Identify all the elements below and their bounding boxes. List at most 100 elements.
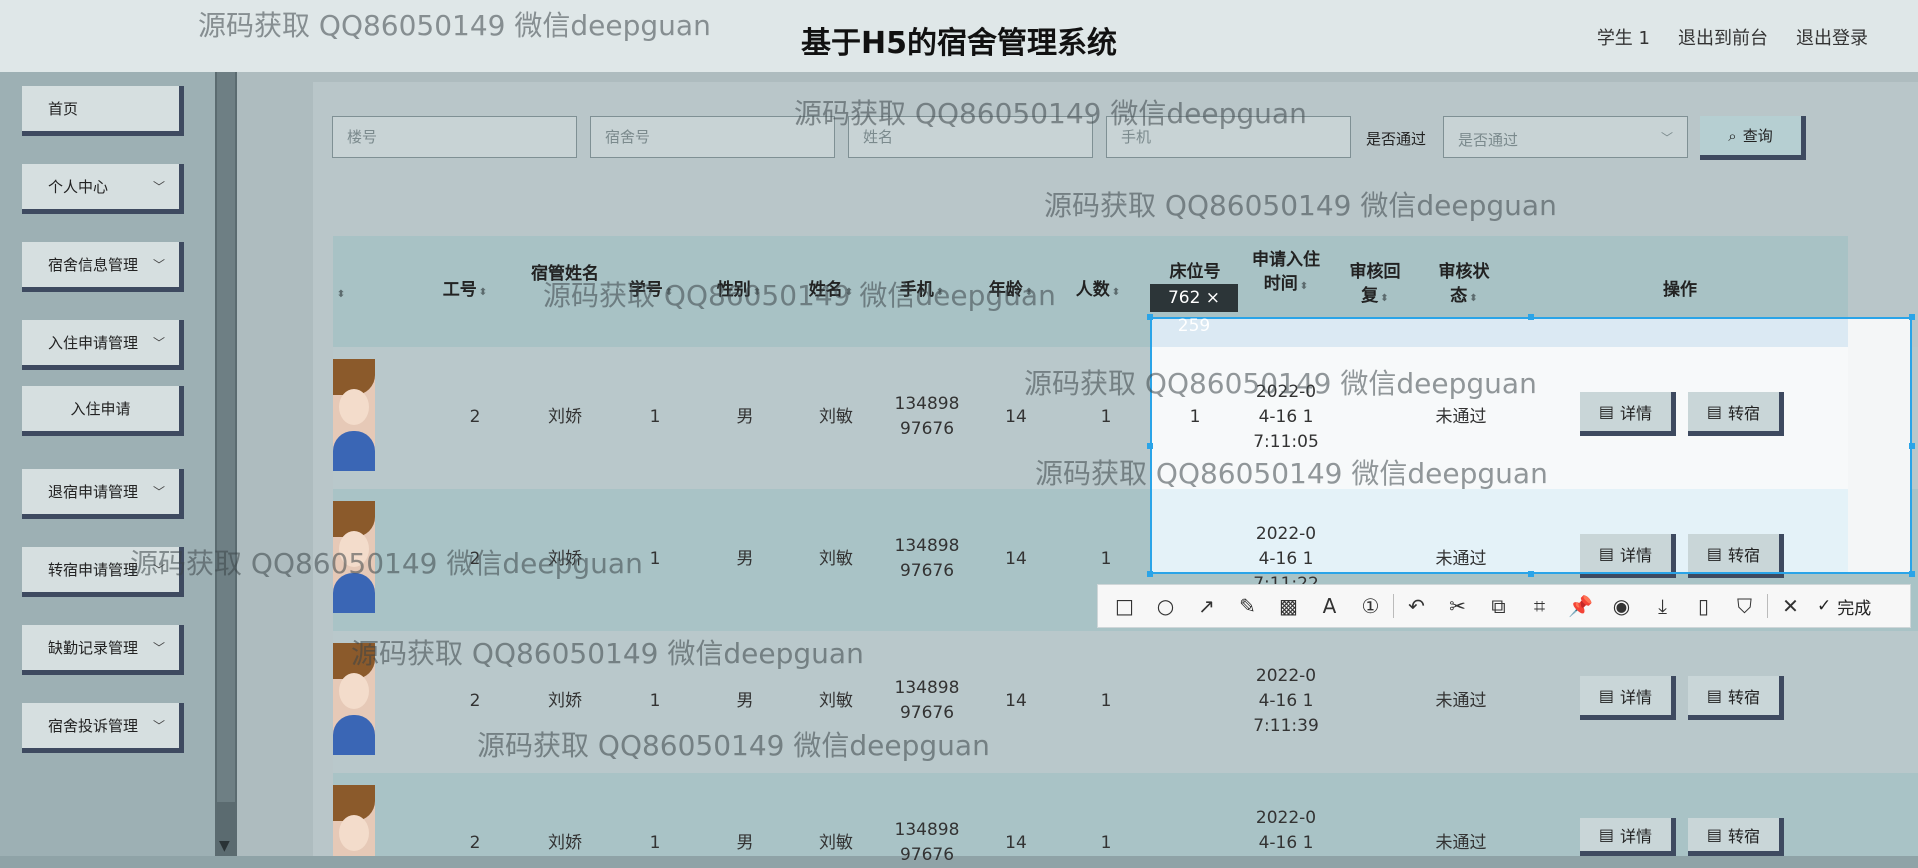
sidebar-item-complaint-manage[interactable]: 宿舍投诉管理 ﹀ (22, 703, 184, 753)
query-button[interactable]: ⌕ 查询 (1700, 116, 1806, 160)
pass-select-value: 是否通过 (1458, 131, 1519, 149)
scrollbar-thumb[interactable] (217, 72, 235, 802)
col-student-no[interactable]: 学号 ⬍ (616, 278, 686, 305)
cell-gender: 男 (736, 691, 754, 711)
cell-gender: 男 (736, 549, 754, 569)
chevron-down-icon: ﹀ (1660, 131, 1673, 145)
col-bed-no[interactable]: 床位号 (1159, 260, 1231, 284)
cell-student-no: 1 (649, 833, 661, 853)
chevron-down-icon: ﹀ (152, 258, 165, 272)
frontend-link[interactable]: 退出到前台 (1678, 24, 1768, 50)
col-manager-name[interactable]: 宿管姓名 (530, 262, 600, 286)
cell-age: 14 (1005, 549, 1027, 569)
capture-selection[interactable] (1150, 317, 1912, 574)
cell-manager: 刘娇 (548, 833, 582, 853)
toolbar-divider (1767, 594, 1768, 618)
arrow-icon[interactable]: ↗ (1186, 586, 1227, 626)
chevron-down-icon: ﹀ (152, 485, 165, 499)
sidebar-scrollbar[interactable]: ▼ (215, 72, 237, 856)
pass-select[interactable]: 是否通过 ﹀ (1443, 116, 1688, 158)
download-icon[interactable]: ⤓ (1642, 586, 1683, 626)
ellipse-icon[interactable]: ○ (1145, 586, 1186, 626)
check-icon: ✓ (1817, 596, 1832, 616)
building-input[interactable] (332, 116, 577, 158)
long-capture-icon[interactable]: ⌗ (1519, 586, 1560, 626)
resize-handle[interactable] (1147, 443, 1153, 449)
detail-button[interactable]: ▤ 详情 (1580, 676, 1676, 720)
number-icon[interactable]: ① (1350, 586, 1391, 626)
rectangle-icon[interactable]: □ (1104, 586, 1145, 626)
col-apply-time[interactable]: 申请入住时间 ⬍ (1252, 248, 1320, 299)
col-phone[interactable]: 手机 ⬍ (887, 278, 957, 305)
col-count[interactable]: 人数 ⬍ (1063, 278, 1133, 305)
sidebar-item-label: 退宿申请管理 (48, 483, 139, 501)
transfer-button[interactable]: ▤ 转宿 (1688, 676, 1784, 720)
cell-name: 刘敏 (819, 691, 853, 711)
name-input[interactable] (848, 116, 1093, 158)
cell-age: 14 (1005, 691, 1027, 711)
cell-apply-time: 2022-0 4-16 1 7:11:39 (1253, 666, 1319, 736)
transfer-button[interactable]: ▤ 转宿 (1688, 818, 1784, 856)
user-link[interactable]: 学生 1 (1597, 24, 1650, 50)
col-job-no[interactable]: 工号 ⬍ (430, 278, 500, 305)
col-actions: 操作 (1663, 280, 1697, 300)
done-button[interactable]: ✓ 完成 (1817, 594, 1871, 619)
resize-handle[interactable] (1147, 571, 1153, 577)
phone-input[interactable] (1106, 116, 1351, 158)
undo-icon[interactable]: ↶ (1396, 586, 1437, 626)
sidebar-item-personal-center[interactable]: 个人中心 ﹀ (22, 164, 184, 214)
cell-phone: 134898 97676 (894, 536, 960, 581)
col-gender[interactable]: 性别 ⬍ (704, 278, 774, 305)
document-icon: ▤ (1706, 686, 1723, 705)
sidebar-item-checkin-manage[interactable]: 入住申请管理 ﹀ (22, 320, 184, 370)
cell-job-no: 2 (469, 549, 481, 569)
sidebar-item-checkin-apply[interactable]: 入住申请 (22, 386, 184, 436)
header-links: 学生 1 退出到前台 退出登录 (1597, 24, 1868, 50)
logout-link[interactable]: 退出登录 (1796, 24, 1868, 50)
bookmark-icon[interactable]: ⛉ (1724, 586, 1765, 626)
resize-handle[interactable] (1528, 314, 1534, 320)
resize-handle[interactable] (1909, 443, 1915, 449)
sidebar-item-label: 缺勤记录管理 (48, 639, 139, 657)
sidebar-item-transfer-manage[interactable]: 转宿申请管理 ﹀ (22, 547, 184, 597)
cell-gender: 男 (736, 407, 754, 427)
col-age[interactable]: 年龄 ⬍ (976, 278, 1046, 305)
cell-job-no: 2 (469, 691, 481, 711)
document-icon: ▤ (1598, 825, 1615, 844)
cell-apply-time: 2022-0 4-16 1 (1255, 808, 1317, 853)
sidebar-item-dorm-info[interactable]: 宿舍信息管理 ﹀ (22, 242, 184, 292)
student-avatar (333, 643, 375, 755)
resize-handle[interactable] (1528, 571, 1534, 577)
cell-student-no: 1 (649, 691, 661, 711)
col-reply[interactable]: 审核回复 ⬍ (1342, 260, 1408, 311)
chevron-down-icon: ﹀ (152, 563, 165, 577)
pen-icon[interactable]: ✎ (1227, 586, 1268, 626)
scroll-down-icon[interactable]: ▼ (219, 838, 230, 854)
cell-phone: 134898 97676 (894, 678, 960, 723)
phone-icon[interactable]: ▯ (1683, 586, 1724, 626)
mosaic-icon[interactable]: ▩ (1268, 586, 1309, 626)
text-icon[interactable]: A (1309, 586, 1350, 626)
room-input[interactable] (590, 116, 835, 158)
close-icon[interactable]: ✕ (1770, 586, 1811, 626)
search-icon: ⌕ (1728, 126, 1737, 145)
pin-icon[interactable]: 📌 (1560, 586, 1601, 626)
sidebar-item-home[interactable]: 首页 (22, 86, 184, 136)
ocr-icon[interactable]: ✂ (1437, 586, 1478, 626)
translate-icon[interactable]: ⧉ (1478, 586, 1519, 626)
record-icon[interactable]: ◉ (1601, 586, 1642, 626)
sort-icon[interactable]: ⬍ (333, 280, 347, 307)
col-status[interactable]: 审核状态 ⬍ (1431, 260, 1497, 311)
sidebar-item-absence-manage[interactable]: 缺勤记录管理 ﹀ (22, 625, 184, 675)
query-label: 查询 (1742, 127, 1773, 145)
cell-count: 1 (1100, 549, 1112, 569)
selection-size-label: 762 × 259 (1150, 284, 1238, 336)
sidebar-item-checkout-manage[interactable]: 退宿申请管理 ﹀ (22, 469, 184, 519)
resize-handle[interactable] (1909, 571, 1915, 577)
detail-button[interactable]: ▤ 详情 (1580, 818, 1676, 856)
cell-manager: 刘娇 (548, 549, 582, 569)
col-name[interactable]: 姓名 ⬍ (796, 278, 866, 305)
resize-handle[interactable] (1909, 314, 1915, 320)
document-icon: ▤ (1598, 686, 1615, 705)
resize-handle[interactable] (1147, 314, 1153, 320)
